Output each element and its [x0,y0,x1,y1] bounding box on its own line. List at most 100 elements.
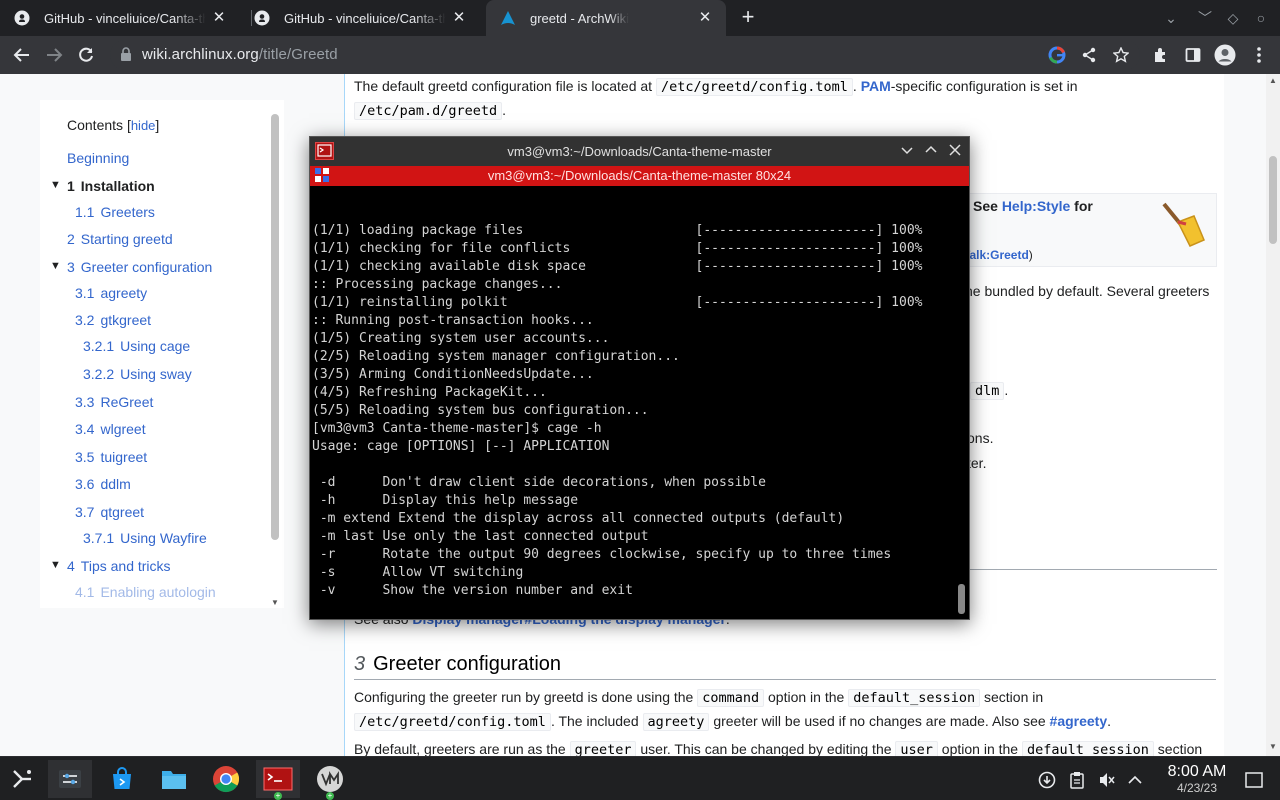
toc-item-beginning[interactable]: Beginning [67,150,129,166]
toc-label: ReGreet [100,394,154,410]
terminal-tab-bar[interactable]: vm3@vm3:~/Downloads/Canta-theme-master 8… [310,166,969,186]
toc-num: 4.1 [75,584,95,600]
minimize-icon[interactable] [897,141,917,161]
toc-item-using-cage[interactable]: 3.2.1 Using cage [83,338,190,354]
terminal-line: -m extend Extend the display across all … [312,511,845,526]
close-tab-icon[interactable]: ✕ [210,9,228,27]
toc-item-gtkgreet[interactable]: 3.2 gtkgreet [75,312,151,328]
taskbar-virt-manager[interactable]: + [308,760,352,800]
forward-button[interactable] [41,42,67,68]
terminal-window[interactable]: vm3@vm3:~/Downloads/Canta-theme-master v… [309,136,970,620]
toc-item-greeters[interactable]: 1.1 Greeters [75,204,155,220]
toc-label: Greeter configuration [80,259,213,275]
pam-link[interactable]: PAM [861,78,891,94]
tray-updates-icon[interactable] [1036,769,1058,791]
running-indicator-icon: + [274,791,282,800]
text: option in the [937,741,1022,756]
tab-github-2[interactable]: GitHub - vinceliuice/Canta-theme ✕ [240,0,480,36]
help-style-link[interactable]: Help:Style [1002,198,1070,214]
chevron-down-icon[interactable]: ▼ [50,179,61,191]
side-panel-button[interactable] [1180,42,1206,68]
code-default-session: default_session [848,689,981,707]
toc-scrollbar[interactable]: ▼ [270,110,280,608]
address-bar[interactable]: wiki.archlinux.org/title/Greetd [110,40,1140,70]
taskbar-system-settings[interactable] [48,760,92,798]
toc-title: Contents [hide] [67,117,159,133]
terminal-line: (4/5) Refreshing PackageKit... [312,385,547,400]
terminal-output[interactable]: (1/1) loading package files [-----------… [312,186,952,618]
config-path-code: /etc/greetd/config.toml [655,78,853,96]
toc-item-greeter-configuration[interactable]: 3 Greeter configuration [67,259,212,275]
tab-archwiki[interactable]: greetd - ArchWiki ✕ [486,0,726,36]
toc-num: 3.6 [75,476,95,492]
taskbar-chrome[interactable] [204,760,248,798]
partial-text-greeters: he bundled by default. Several greeters [965,283,1210,299]
restore-icon[interactable]: ◇ [1222,7,1244,29]
text: By default, greeters are run as the [354,741,570,756]
tray-clipboard-icon[interactable] [1066,769,1088,791]
toc-item-qtgreet[interactable]: 3.7 qtgreet [75,504,144,520]
toc-item-using-sway[interactable]: 3.2.2 Using sway [83,366,192,382]
browser-tab-bar: GitHub - vinceliuice/Canta-theme ✕ GitHu… [0,0,1280,36]
toc-item-tuigreet[interactable]: 3.5 tuigreet [75,449,147,465]
reload-button[interactable] [73,42,99,68]
toc-item-ddlm[interactable]: 3.6 ddlm [75,476,131,492]
text: See [973,198,998,214]
talk-greetd-link[interactable]: Talk:Greetd [963,248,1029,262]
page-scrollbar[interactable]: ▲ ▼ [1266,74,1280,756]
tray-expand-icon[interactable] [1124,769,1146,791]
scroll-down-arrow-icon[interactable]: ▼ [1266,742,1280,751]
toc-item-installation[interactable]: 1 Installation [67,178,155,194]
toc-item-starting-greetd[interactable]: 2 Starting greetd [67,231,173,247]
section-number: 3 [354,653,366,675]
terminal-scrollbar[interactable] [955,186,968,618]
taskbar-terminal[interactable]: + [256,760,300,800]
scroll-down-arrow-icon[interactable]: ▼ [270,598,280,607]
new-tab-button[interactable]: + [736,6,760,30]
taskbar-clock[interactable]: 8:00 AM 4/23/23 [1152,763,1242,795]
tab-github-1[interactable]: GitHub - vinceliuice/Canta-theme ✕ [0,0,240,36]
puzzle-icon [1155,48,1165,62]
terminal-titlebar[interactable]: vm3@vm3:~/Downloads/Canta-theme-master [310,137,969,166]
minimize-icon[interactable]: ﹀ [1194,7,1216,29]
tab-search-icon[interactable]: ⌄ [1160,7,1182,29]
toc-hide-link[interactable]: hide [131,118,156,133]
profile-button[interactable] [1212,42,1238,68]
terminal-line: -d Don't draw client side decorations, w… [312,475,766,490]
close-icon[interactable] [945,141,965,161]
toc-item-agreety[interactable]: 3.1 agreety [75,285,147,301]
taskbar-file-manager[interactable] [152,760,196,798]
scroll-up-arrow-icon[interactable]: ▲ [1266,76,1280,85]
tray-volume-muted-icon[interactable] [1096,769,1118,791]
text: user. This can be changed by editing the [636,741,896,756]
toc-label: Greeters [100,204,155,220]
chevron-down-icon[interactable]: ▼ [50,260,61,272]
toc-item-using-wayfire[interactable]: 3.7.1 Using Wayfire [83,530,207,546]
toc-item-tips-and-tricks[interactable]: 4 Tips and tricks [67,558,171,574]
show-desktop-icon[interactable] [1243,769,1265,791]
close-tab-icon[interactable]: ✕ [696,9,714,27]
toc-scrollbar-thumb[interactable] [271,114,279,540]
close-window-icon[interactable]: ○ [1250,7,1272,29]
extensions-button[interactable] [1148,42,1174,68]
github-icon [14,10,30,26]
maximize-icon[interactable] [921,141,941,161]
app-launcher-button[interactable] [0,760,44,798]
toc-item-enabling-autologin[interactable]: 4.1 Enabling autologin [75,584,216,600]
toc-num: 3.2.1 [83,338,115,354]
chevron-down-icon[interactable]: ▼ [50,559,61,571]
terminal-scrollbar-thumb[interactable] [958,584,965,614]
close-tab-icon[interactable]: ✕ [450,9,468,27]
toc-item-wlgreet[interactable]: 3.4 wlgreet [75,421,146,437]
browser-menu-button[interactable] [1246,42,1272,68]
page-scrollbar-thumb[interactable] [1269,156,1277,244]
pam-path-code: /etc/pam.d/greetd [354,102,503,120]
toc-item-regreet[interactable]: 3.3 ReGreet [75,394,153,410]
share-icon[interactable] [1078,44,1100,66]
agreety-link[interactable]: #agreety [1050,713,1108,729]
clock-date: 4/23/23 [1176,781,1218,795]
taskbar-discover[interactable] [100,760,144,798]
google-lens-icon[interactable] [1046,44,1068,66]
back-button[interactable] [9,42,35,68]
bookmark-star-icon[interactable] [1110,44,1132,66]
